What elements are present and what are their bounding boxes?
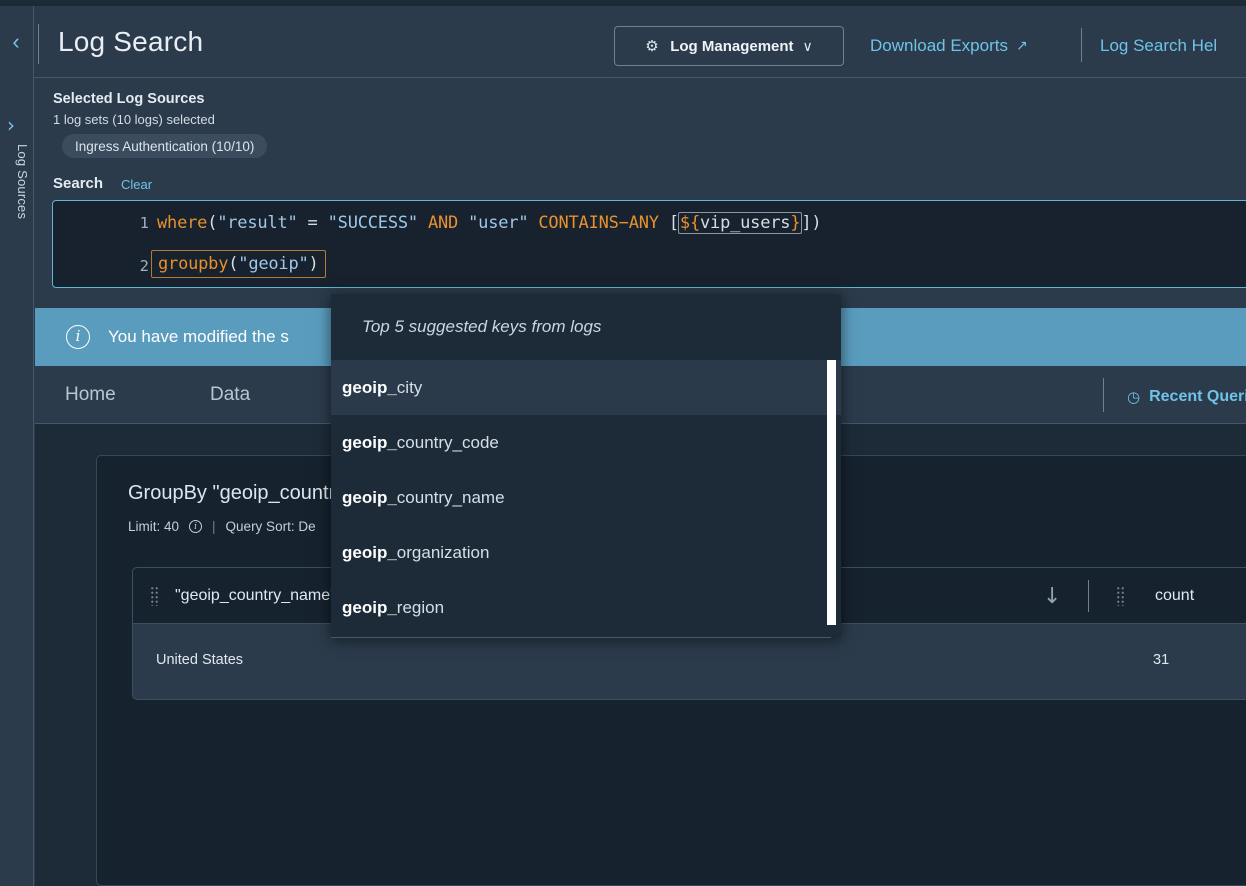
token-groupby: groupby xyxy=(158,254,228,274)
query-sort-label: Query Sort: De xyxy=(226,519,316,534)
selected-log-sources-title: Selected Log Sources xyxy=(53,91,205,107)
header-divider-2 xyxy=(1081,28,1082,62)
suggestion-item[interactable]: geoip_country_code xyxy=(331,415,841,470)
token-brace-open: { xyxy=(690,213,700,233)
suggestion-prefix: geoip_ xyxy=(342,488,397,508)
tab-home[interactable]: Home xyxy=(65,384,116,406)
log-management-label: Log Management xyxy=(670,38,793,55)
selected-log-sources-subtitle: 1 log sets (10 logs) selected xyxy=(53,112,215,127)
token-brace-close: } xyxy=(790,213,800,233)
chevron-down-icon: ∨ xyxy=(803,38,813,55)
limit-info-icon[interactable]: i xyxy=(189,520,202,533)
cell-country: United States xyxy=(156,652,243,668)
tab-data[interactable]: Data xyxy=(210,384,250,406)
log-management-button[interactable]: ⚙ Log Management ∨ xyxy=(614,26,844,66)
suggestions-scrollbar[interactable] xyxy=(827,360,836,625)
suggestion-prefix: geoip_ xyxy=(342,543,397,563)
column-header-count[interactable]: count xyxy=(1155,587,1194,605)
suggestion-suffix: country_code xyxy=(397,433,499,453)
suggestion-item[interactable]: geoip_region xyxy=(331,580,841,635)
key-suggestions-dropdown[interactable]: Top 5 suggested keys from logs geoip_cit… xyxy=(331,294,841,638)
token-paren-open-2: ( xyxy=(228,254,238,274)
query-variable-token[interactable]: ${vip_users} xyxy=(678,212,802,234)
token-where: where xyxy=(157,213,207,233)
result-card-meta: Limit: 40 i | Query Sort: De xyxy=(128,519,316,534)
log-sources-rail[interactable]: › Log Sources xyxy=(0,6,34,886)
token-field-result: "result" xyxy=(217,213,297,233)
clear-search-link[interactable]: Clear xyxy=(121,177,152,192)
tabbar-divider xyxy=(1103,378,1104,412)
rail-label-log-sources: Log Sources xyxy=(10,144,30,224)
download-exports-label: Download Exports xyxy=(870,36,1008,56)
column-drag-handle-country[interactable] xyxy=(150,586,160,606)
column-divider xyxy=(1088,580,1089,612)
column-header-country[interactable]: "geoip_country_name" xyxy=(175,587,336,605)
page-header: ‹ Log Search ⚙ Log Management ∨ Download… xyxy=(34,6,1246,78)
suggestion-item[interactable]: geoip_organization xyxy=(331,525,841,580)
token-paren-close: ) xyxy=(811,213,821,233)
suggestion-prefix: geoip_ xyxy=(342,378,397,398)
token-variable-name: vip_users xyxy=(700,213,790,233)
page-title: Log Search xyxy=(58,26,203,58)
suggestion-prefix: geoip_ xyxy=(342,598,397,618)
log-search-app: › Log Sources ‹ Log Search ⚙ Log Managem… xyxy=(0,0,1246,886)
close-panel-icon[interactable]: ‹ xyxy=(4,30,28,54)
token-value-success: "SUCCESS" xyxy=(328,213,418,233)
search-label: Search xyxy=(53,175,103,192)
log-search-help-link[interactable]: Log Search Hel xyxy=(1100,36,1217,56)
result-card-title: GroupBy "geoip_countr xyxy=(128,482,335,505)
log-source-chip[interactable]: Ingress Authentication (10/10) xyxy=(62,134,267,158)
column-drag-handle-count[interactable] xyxy=(1116,586,1126,606)
query-editor[interactable]: 1 2 where("result" = "SUCCESS" AND "user… xyxy=(52,200,1246,288)
suggestion-item[interactable]: geoip_country_name xyxy=(331,470,841,525)
token-paren-close-2: ) xyxy=(309,254,319,274)
banner-message: You have modified the s xyxy=(108,327,289,347)
line-number-2: 2 xyxy=(113,257,149,275)
selected-log-sources-panel: Selected Log Sources 1 log sets (10 logs… xyxy=(35,79,1246,199)
query-line-2[interactable]: groupby("geoip") xyxy=(151,250,326,278)
sort-descending-icon[interactable]: ↓ xyxy=(1043,584,1061,609)
token-contains-any: CONTAINS−ANY xyxy=(528,213,669,233)
suggestion-item[interactable]: geoip_city xyxy=(331,360,841,415)
suggestion-suffix: country_name xyxy=(397,488,505,508)
meta-divider: | xyxy=(212,519,216,534)
suggestion-suffix: city xyxy=(397,378,423,398)
token-dollar: $ xyxy=(680,213,690,233)
recent-queries-button[interactable]: ◷ Recent Queri xyxy=(1127,388,1246,406)
gear-icon: ⚙ xyxy=(645,38,661,54)
expand-rail-chevron-icon[interactable]: › xyxy=(2,114,20,136)
token-bracket-close: ] xyxy=(801,213,811,233)
token-and: AND xyxy=(418,213,468,233)
clock-icon: ◷ xyxy=(1127,388,1140,406)
token-equals: = xyxy=(298,213,328,233)
header-divider xyxy=(38,24,39,64)
recent-queries-label: Recent Queri xyxy=(1149,388,1246,406)
external-link-icon: ↗ xyxy=(1016,38,1028,54)
token-field-user: "user" xyxy=(468,213,528,233)
suggestions-list: geoip_citygeoip_country_codegeoip_countr… xyxy=(331,360,841,635)
cell-count: 31 xyxy=(1153,652,1169,668)
suggestion-suffix: region xyxy=(397,598,444,618)
line-number-1: 1 xyxy=(113,214,149,232)
limit-label: Limit: 40 xyxy=(128,519,179,534)
query-line-1[interactable]: where("result" = "SUCCESS" AND "user" CO… xyxy=(157,212,821,234)
download-exports-link[interactable]: Download Exports ↗ xyxy=(870,36,1028,56)
suggestion-suffix: organization xyxy=(397,543,490,563)
token-paren-open: ( xyxy=(207,213,217,233)
suggestions-heading: Top 5 suggested keys from logs xyxy=(331,294,841,360)
suggestion-prefix: geoip_ xyxy=(342,433,397,453)
info-icon: i xyxy=(66,325,90,349)
suggestions-bottom-rule xyxy=(331,637,831,638)
token-geoip: "geoip" xyxy=(238,254,308,274)
